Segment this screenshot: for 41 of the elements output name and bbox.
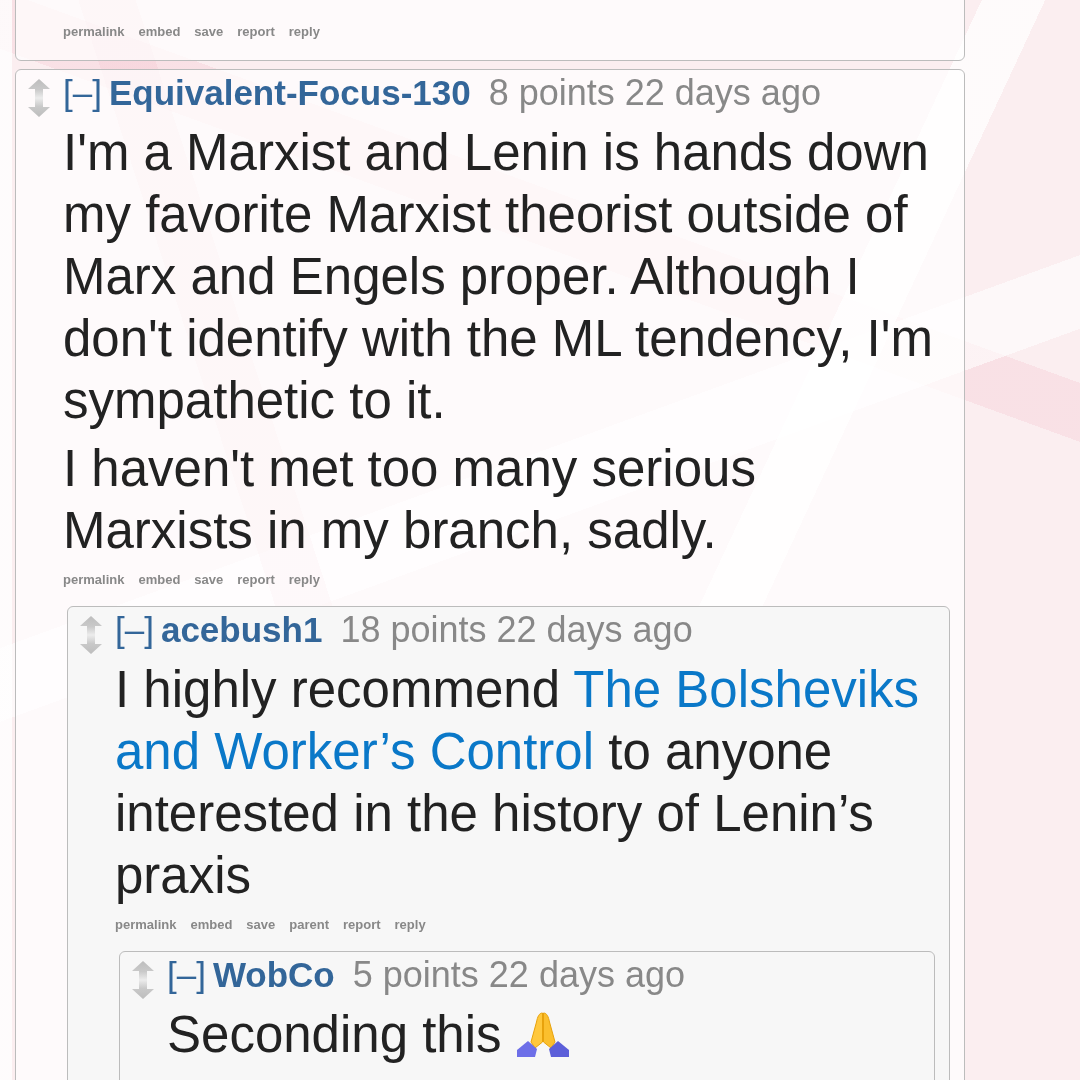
- comment-action-link[interactable]: permalink: [63, 572, 125, 588]
- comment-action-link[interactable]: report: [237, 572, 275, 588]
- text-link[interactable]: The Bolsheviks: [573, 661, 920, 718]
- collapse-toggle[interactable]: [–]: [115, 610, 154, 650]
- upvote-arrow-icon[interactable]: [80, 616, 102, 635]
- downvote-arrow-icon[interactable]: [132, 980, 154, 999]
- comment-action-link[interactable]: permalink: [115, 917, 177, 933]
- timestamp: 22 days ago: [624, 73, 821, 113]
- comment-action-link[interactable]: save: [246, 917, 276, 933]
- comment-action-link[interactable]: save: [194, 24, 224, 40]
- upvote-arrow-icon[interactable]: [132, 961, 154, 980]
- comment-action-link[interactable]: embed: [138, 24, 181, 40]
- comment-action-link[interactable]: report: [237, 24, 275, 40]
- username-link[interactable]: acebush1: [160, 610, 323, 650]
- comment-action-link[interactable]: reply: [288, 24, 320, 40]
- score-text: 5 points: [352, 955, 479, 995]
- timestamp: 22 days ago: [496, 610, 693, 650]
- text-link[interactable]: and Worker’s Control: [115, 723, 595, 780]
- comment-action-link[interactable]: parent: [289, 917, 329, 933]
- comment-text: I haven't met too many serious Marxists in my branch, sadly.: [63, 439, 757, 561]
- downvote-arrow-icon[interactable]: [80, 635, 102, 654]
- comment-text: I'm a Marxist and Lenin is hands down my favorite Marxist theorist outside of Marx and Engels proper. Although I don't identify with the ML tendency, I'm sympathetic to it.: [63, 123, 934, 431]
- comment-text: I highly recommend The Bolsheviks and Worker’s Control to anyone interested in the history of Lenin’s praxis: [115, 660, 921, 906]
- downvote-arrow-icon[interactable]: [28, 98, 50, 117]
- comment-action-link[interactable]: save: [194, 572, 224, 588]
- comment-action-link[interactable]: permalink: [63, 24, 125, 40]
- comment-action-link[interactable]: embed: [190, 917, 233, 933]
- collapse-toggle[interactable]: [–]: [167, 955, 206, 995]
- comment-action-link[interactable]: reply: [394, 917, 426, 933]
- username-link[interactable]: Equivalent-Focus-130: [108, 73, 471, 113]
- comment-action-link[interactable]: embed: [138, 572, 181, 588]
- comment-action-link[interactable]: reply: [288, 572, 320, 588]
- comment-action-link[interactable]: report: [343, 917, 381, 933]
- praying-hands-icon: [515, 1012, 570, 1058]
- upvote-arrow-icon[interactable]: [28, 79, 50, 98]
- timestamp: 22 days ago: [488, 955, 685, 995]
- collapse-toggle[interactable]: [–]: [63, 73, 102, 113]
- comment-text: Seconding this: [167, 1004, 920, 1066]
- score-text: 8 points: [488, 73, 615, 113]
- username-link[interactable]: WobCo: [212, 955, 335, 995]
- score-text: 18 points: [340, 610, 487, 650]
